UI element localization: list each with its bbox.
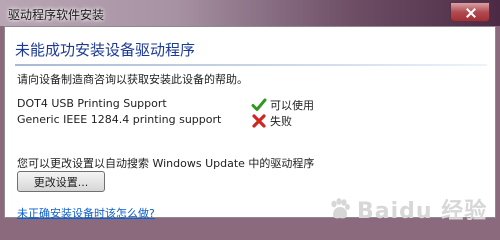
window-title: 驱动程序软件安装: [8, 8, 105, 22]
heading-separator: [15, 64, 487, 66]
baidu-watermark: Baidu 经验: [327, 191, 497, 227]
device-list: DOT4 USB Printing Support 可以使用 Generic I…: [17, 97, 477, 129]
device-status: 失败: [251, 113, 292, 129]
device-row: Generic IEEE 1284.4 printing support 失败: [17, 113, 477, 129]
device-name: DOT4 USB Printing Support: [17, 97, 167, 110]
checkmark-icon: [251, 97, 267, 113]
device-name: Generic IEEE 1284.4 printing support: [17, 113, 222, 126]
driver-install-dialog: 未能成功安装设备驱动程序 请向设备制造商咨询以获取安装此设备的帮助。 DOT4 …: [4, 26, 496, 224]
close-window-button[interactable]: [450, 2, 490, 22]
device-status-text: 失败: [270, 115, 292, 128]
device-status-text: 可以使用: [270, 99, 314, 112]
window-controls: [450, 2, 490, 22]
device-status: 可以使用: [251, 97, 314, 113]
title-bar[interactable]: 驱动程序软件安装: [0, 0, 500, 26]
update-note: 您可以更改设置以自动搜索 Windows Update 中的驱动程序: [17, 157, 315, 170]
instruction-text: 请向设备制造商咨询以获取安装此设备的帮助。: [17, 73, 248, 86]
separator-right: [251, 64, 487, 66]
paw-logo-icon: [331, 198, 350, 219]
dialog-heading: 未能成功安装设备驱动程序: [15, 41, 196, 59]
separator-left: [15, 64, 251, 66]
change-settings-button[interactable]: 更改设置...: [17, 171, 105, 192]
watermark-text: Baidu 经验: [357, 199, 488, 224]
device-row: DOT4 USB Printing Support 可以使用: [17, 97, 477, 113]
help-link[interactable]: 未正确安装设备时该怎么做?: [17, 205, 155, 221]
red-x-icon: [251, 113, 267, 129]
